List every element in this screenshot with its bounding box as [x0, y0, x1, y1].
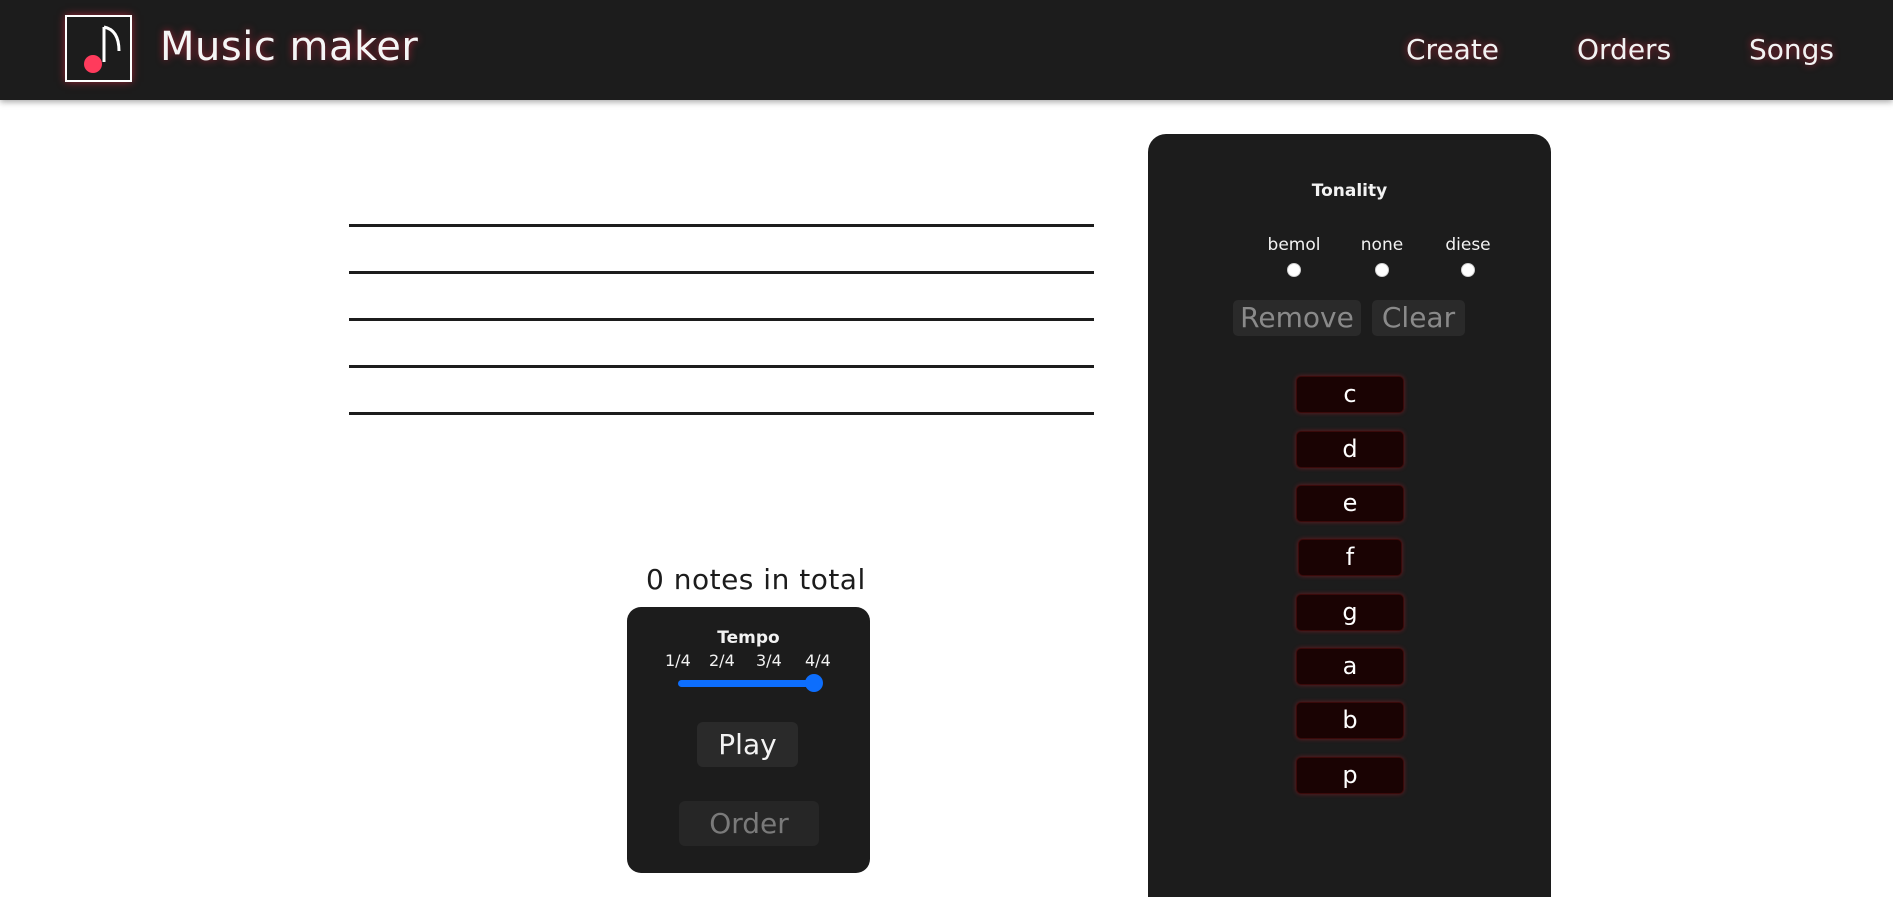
tonality-bemol-radio[interactable] — [1287, 263, 1301, 277]
tonality-none-label: none — [1360, 235, 1404, 255]
tonality-bemol-label: bemol — [1267, 235, 1321, 255]
note-f-button[interactable]: f — [1298, 539, 1402, 576]
remove-button[interactable]: Remove — [1233, 300, 1361, 336]
staff-line — [349, 271, 1094, 274]
staff-line — [349, 365, 1094, 368]
note-a-button[interactable]: a — [1296, 648, 1404, 685]
tonality-none-radio[interactable] — [1375, 263, 1389, 277]
tempo-slider-track[interactable] — [678, 680, 815, 687]
note-p-button[interactable]: p — [1296, 757, 1404, 794]
app-title: Music maker — [160, 24, 419, 70]
playback-panel: Tempo 1/4 2/4 3/4 4/4 Play Order — [627, 607, 870, 873]
play-button[interactable]: Play — [697, 722, 798, 767]
staff-line — [349, 318, 1094, 321]
staff-line — [349, 224, 1094, 227]
nav-songs-link[interactable]: Songs — [1749, 33, 1834, 66]
note-d-button[interactable]: d — [1296, 431, 1404, 468]
nav-create-link[interactable]: Create — [1406, 33, 1499, 66]
app-logo[interactable] — [65, 15, 132, 82]
tempo-tick-label: 2/4 — [709, 651, 735, 670]
nav-orders-link[interactable]: Orders — [1577, 33, 1671, 66]
note-g-button[interactable]: g — [1296, 594, 1404, 631]
note-b-button[interactable]: b — [1296, 702, 1404, 739]
notes-count-label: 0 notes in total — [646, 563, 866, 596]
tonality-title: Tonality — [1311, 181, 1388, 201]
tempo-tick-label: 4/4 — [805, 651, 831, 670]
note-c-button[interactable]: c — [1296, 376, 1404, 413]
navbar: Music maker Create Orders Songs — [0, 0, 1893, 100]
notes-panel: Tonality bemol none diese Remove Clear c… — [1148, 134, 1551, 897]
tempo-tick-label: 1/4 — [665, 651, 691, 670]
tempo-title: Tempo — [717, 628, 780, 648]
staff-line — [349, 412, 1094, 415]
tonality-diese-label: diese — [1445, 235, 1491, 255]
order-button[interactable]: Order — [679, 801, 819, 846]
note-e-button[interactable]: e — [1296, 485, 1404, 522]
music-note-icon — [84, 25, 121, 73]
tonality-diese-radio[interactable] — [1461, 263, 1475, 277]
clear-button[interactable]: Clear — [1372, 300, 1465, 336]
tempo-slider-thumb[interactable] — [805, 674, 823, 692]
tempo-tick-label: 3/4 — [756, 651, 782, 670]
